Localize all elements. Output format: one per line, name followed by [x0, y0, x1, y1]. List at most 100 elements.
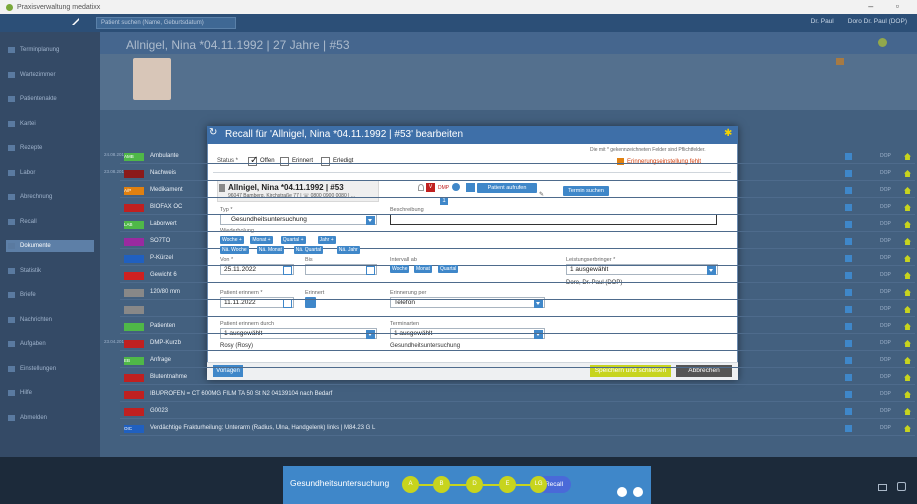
row-type-badge — [124, 391, 144, 399]
doc-icon[interactable] — [845, 408, 852, 415]
row-user: DOP — [880, 357, 891, 363]
row-user: DOP — [880, 391, 891, 397]
doc-icon[interactable] — [845, 221, 852, 228]
repeat-next-chip[interactable]: Nä. Quartal — [293, 246, 324, 254]
row-user: DOP — [880, 289, 891, 295]
sidebar-item[interactable]: Aufgaben — [6, 338, 94, 350]
table-row[interactable] — [120, 184, 915, 198]
row-text: Verdächtige Frakturheilung: Unterarm (Ra… — [150, 425, 376, 431]
workflow-step[interactable]: E — [499, 476, 516, 493]
workflow-step[interactable]: LG — [530, 476, 547, 493]
status-icon[interactable] — [878, 38, 887, 47]
sidebar-item[interactable]: Briefe — [6, 289, 94, 301]
sidebar-item[interactable]: Abrechnung — [6, 191, 94, 203]
repeat-chip[interactable]: Woche + — [220, 236, 244, 244]
patient-info-panel — [100, 54, 917, 110]
row-type-badge — [124, 408, 144, 416]
row-text: G0023 — [150, 408, 169, 414]
row-user: DOP — [880, 204, 891, 210]
table-row[interactable] — [120, 286, 915, 300]
row-user: DOP — [880, 187, 891, 193]
repeat-chip[interactable]: Monat + — [250, 236, 273, 244]
doc-icon[interactable] — [845, 289, 852, 296]
table-row[interactable] — [120, 320, 915, 334]
row-text: Medikament — [150, 187, 183, 193]
sidebar-item[interactable]: Einstellungen — [6, 363, 94, 375]
search-input[interactable]: Patient suchen (Name, Geburtsdatum) — [96, 17, 236, 29]
repeat-chip[interactable]: Quartal + — [280, 236, 306, 244]
interval-chip[interactable]: Woche — [390, 265, 410, 273]
doc-icon[interactable] — [845, 323, 852, 330]
doc-icon[interactable] — [845, 272, 852, 279]
doc-icon[interactable] — [845, 204, 852, 211]
workflow-step[interactable]: B — [433, 476, 450, 493]
table-row[interactable] — [120, 269, 915, 283]
user-primary[interactable]: Dr. Paul — [811, 18, 834, 25]
sidebar-item[interactable]: Terminplanung — [6, 44, 94, 56]
doc-icon[interactable] — [845, 340, 852, 347]
screen-icon[interactable] — [878, 484, 887, 491]
sidebar-item[interactable]: Nachrichten — [6, 314, 94, 326]
sidebar-item[interactable]: Patientenakte — [6, 93, 94, 105]
row-user: DOP — [880, 374, 891, 380]
row-type-badge — [124, 170, 144, 178]
row-type-badge — [124, 272, 144, 280]
table-row[interactable] — [120, 252, 915, 266]
user-area[interactable]: Dr. Paul Doro Dr. Paul (DOP) — [811, 18, 907, 25]
pin-icon[interactable]: ✱ — [724, 129, 734, 139]
doc-icon[interactable] — [845, 255, 852, 262]
sidebar-item[interactable]: Abmelden — [6, 412, 94, 424]
workflow-step[interactable]: A — [402, 476, 419, 493]
sidebar-item[interactable]: Wartezimmer — [6, 69, 94, 81]
row-type-badge: OIC — [124, 425, 144, 433]
user-secondary[interactable]: Doro Dr. Paul (DOP) — [848, 18, 907, 25]
row-text: Nachweis — [150, 170, 177, 176]
window-controls[interactable]: – ▫ — [868, 1, 909, 11]
expand-icon[interactable] — [897, 482, 906, 491]
row-text: P-Kürzel — [150, 255, 174, 261]
table-row[interactable] — [120, 218, 915, 232]
row-type-badge — [124, 204, 144, 212]
interval-chip[interactable]: Quartal — [438, 265, 459, 273]
row-text: Anfrage — [150, 357, 172, 363]
table-row[interactable] — [120, 150, 915, 164]
row-text: DMP-Kurzb — [150, 340, 182, 346]
table-row[interactable] — [120, 201, 915, 215]
table-row[interactable] — [120, 337, 915, 351]
workflow-step[interactable]: D — [466, 476, 483, 493]
repeat-next-chip[interactable]: Nä. Woche — [220, 246, 249, 254]
sidebar-item[interactable]: Statistik — [6, 265, 94, 277]
doc-icon[interactable] — [845, 425, 852, 432]
interval-chip[interactable]: Monat — [414, 265, 432, 273]
repeat-next-chip[interactable]: Nä. Jahr — [336, 246, 360, 254]
row-type-badge — [124, 306, 144, 314]
repeat-next-chip[interactable]: Nä. Monat — [256, 246, 284, 254]
workflow-connector — [419, 484, 433, 486]
sidebar-item[interactable]: Recall — [6, 216, 94, 228]
doc-icon[interactable] — [845, 153, 852, 160]
table-row[interactable] — [120, 371, 915, 385]
sidebar-item[interactable]: Kartei — [6, 118, 94, 130]
table-row[interactable] — [120, 167, 915, 181]
doc-icon[interactable] — [845, 238, 852, 245]
doc-icon[interactable] — [845, 306, 852, 313]
doc-icon[interactable] — [845, 357, 852, 364]
row-text: BIOFAX OC — [150, 204, 183, 210]
doc-icon[interactable] — [845, 374, 852, 381]
sidebar-item[interactable]: Labor — [6, 167, 94, 179]
pause-icon[interactable] — [617, 487, 627, 497]
title-bar: Praxisverwaltung medatixx — [0, 0, 917, 14]
repeat-chip[interactable]: Jahr + — [317, 236, 336, 244]
table-row[interactable] — [120, 405, 915, 419]
stop-icon[interactable] — [633, 487, 643, 497]
table-row[interactable] — [120, 303, 915, 317]
doc-icon[interactable] — [845, 170, 852, 177]
sidebar-item[interactable]: Dokumente — [6, 240, 94, 252]
sidebar-item[interactable]: Hilfe — [6, 387, 94, 399]
workflow-connector — [450, 484, 466, 486]
doc-icon[interactable] — [845, 391, 852, 398]
sidebar-item[interactable]: Rezepte — [6, 142, 94, 154]
doc-icon[interactable] — [845, 187, 852, 194]
patient-title: Allnigel, Nina *04.11.1992 | 27 Jahre | … — [126, 38, 350, 52]
table-row[interactable] — [120, 354, 915, 368]
